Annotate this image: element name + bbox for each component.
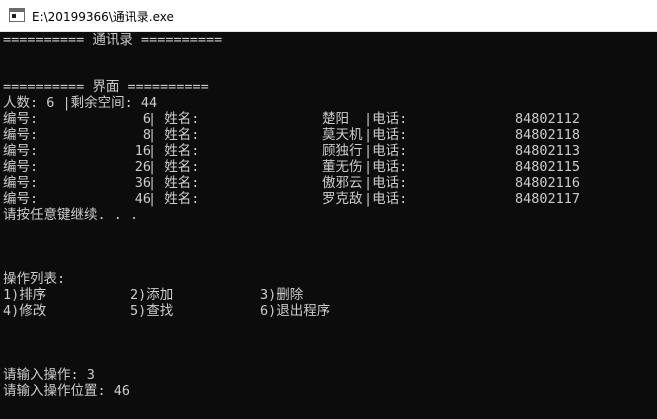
record-phone-label: |电话: <box>364 111 408 127</box>
menu-item-add: 2)添加 <box>130 287 174 303</box>
record-phone: 84802113 <box>515 143 581 159</box>
menu-item-find: 5)查找 <box>130 303 174 319</box>
record-phone: 84802115 <box>515 159 581 175</box>
record-name: 董无伤 <box>322 159 363 175</box>
record-phone: 84802112 <box>515 111 581 127</box>
pause-prompt: 请按任意键继续. . . <box>3 207 139 223</box>
record-name-label: | 姓名: <box>148 127 200 143</box>
menu-item-exit: 6)退出程序 <box>260 303 331 319</box>
record-id: 46 <box>134 191 151 207</box>
record-id: 6 <box>142 111 151 127</box>
record-name: 莫天机 <box>322 127 363 143</box>
record-id-label: 编号: <box>3 191 39 207</box>
record-phone-label: |电话: <box>364 175 408 191</box>
menu-row: 1)排序 2)添加 3)删除 <box>3 287 303 303</box>
record-phone-label: |电话: <box>364 191 408 207</box>
record-name-label: | 姓名: <box>148 175 200 191</box>
record-id: 36 <box>134 175 151 191</box>
console-window: E:\20199366\通讯录.exe ========== 通讯录 =====… <box>0 0 657 419</box>
record-name: 傲邪云 <box>322 175 363 191</box>
record-id-label: 编号: <box>3 175 39 191</box>
menu-item-delete: 3)删除 <box>260 287 304 303</box>
record-name: 顾独行 <box>322 143 363 159</box>
record-id: 26 <box>134 159 151 175</box>
summary-line: 人数: 6 |剩余空间: 44 <box>3 95 158 111</box>
record-id-label: 编号: <box>3 127 39 143</box>
record-name: 楚阳 <box>322 111 349 127</box>
window-title: E:\20199366\通讯录.exe <box>32 10 174 24</box>
menu-title: 操作列表: <box>3 271 66 287</box>
position-input: 请输入操作位置: 46 <box>3 383 131 399</box>
record-name-label: | 姓名: <box>148 159 200 175</box>
menu-item-modify: 4)修改 <box>3 303 47 319</box>
record-phone: 84802118 <box>515 127 581 143</box>
record-id-label: 编号: <box>3 143 39 159</box>
operation-input: 请输入操作: 3 <box>3 367 95 383</box>
record-id: 8 <box>142 127 151 143</box>
console-app-icon <box>9 8 25 22</box>
record-id-label: 编号: <box>3 159 39 175</box>
console-output[interactable]: ========== 通讯录 ========== ========== 界面 … <box>0 32 657 419</box>
record-phone-label: |电话: <box>364 159 408 175</box>
record-name-label: | 姓名: <box>148 111 200 127</box>
record-id-label: 编号: <box>3 111 39 127</box>
record-phone-label: |电话: <box>364 127 408 143</box>
record-phone-label: |电话: <box>364 143 408 159</box>
record-phone: 84802116 <box>515 175 581 191</box>
menu-item-sort: 1)排序 <box>3 287 47 303</box>
record-name: 罗克敌 <box>322 191 363 207</box>
menu-row: 4)修改 5)查找 6)退出程序 <box>3 303 330 319</box>
record-name-label: | 姓名: <box>148 143 200 159</box>
record-name-label: | 姓名: <box>148 191 200 207</box>
section-title: ========== 界面 ========== <box>3 79 209 95</box>
record-id: 16 <box>134 143 151 159</box>
console-header: ========== 通讯录 ========== <box>3 32 223 48</box>
title-bar[interactable]: E:\20199366\通讯录.exe <box>0 0 657 32</box>
record-phone: 84802117 <box>515 191 581 207</box>
